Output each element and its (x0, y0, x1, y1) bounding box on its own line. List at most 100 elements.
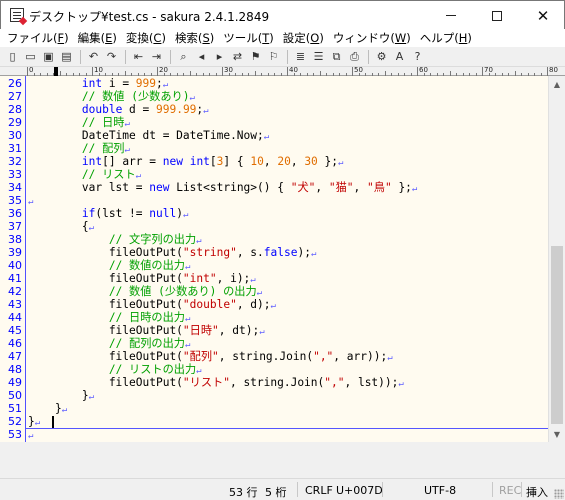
menu-label-end: ) (406, 31, 411, 45)
code-token: } (28, 402, 62, 415)
line-number: 28 (8, 103, 22, 116)
code-line[interactable]: 36 if(lst != null)↵ (0, 207, 548, 220)
menu-item[interactable]: ファイル(F) (4, 30, 75, 46)
vertical-scrollbar[interactable]: ▲ ▼ (548, 76, 565, 442)
title-bar[interactable]: デスクトップ¥test.cs - sakura 2.4.1.2849 ✕ (0, 0, 565, 29)
maximize-button[interactable] (474, 1, 520, 30)
code-line[interactable]: 38 // 文字列の出力↵ (0, 233, 548, 246)
code-token: fileOutPut( (28, 376, 183, 389)
status-insert-mode[interactable]: 挿入 (526, 484, 548, 500)
menu-item[interactable]: 検索(S) (172, 30, 220, 46)
code-line[interactable]: 32 int[] arr = new int[3] { 10, 20, 30 }… (0, 155, 548, 168)
new-file-icon[interactable]: ▯ (4, 49, 21, 65)
mark-clear-icon[interactable]: ⚐ (265, 49, 282, 65)
bookmark-icon[interactable]: ⚑ (247, 49, 264, 65)
string-token: "int" (182, 272, 217, 285)
minimize-button[interactable] (428, 1, 474, 30)
line-number: 45 (8, 324, 22, 337)
code-line[interactable]: 33 // リスト↵ (0, 168, 548, 181)
editor-area[interactable]: 26 int i = 999;↵ 27 // 数値 (少数あり)↵ 28 doubl… (0, 76, 548, 442)
menu-item[interactable]: 編集(E) (75, 30, 123, 46)
scroll-up-icon[interactable]: ▲ (549, 76, 565, 92)
code-line[interactable]: 26 int i = 999;↵ (0, 77, 548, 90)
code-line[interactable]: 43 fileOutPut("double", d);↵ (0, 298, 548, 311)
grep-icon[interactable]: ≣ (292, 49, 309, 65)
help-icon[interactable]: ? (409, 49, 426, 65)
search-icon[interactable]: ⌕ (175, 49, 192, 65)
line-number: 31 (8, 142, 22, 155)
status-encoding[interactable]: UTF-8 (424, 484, 456, 497)
resize-grip-icon[interactable] (554, 489, 564, 499)
code-line[interactable]: 39 fileOutPut("string", s.false);↵ (0, 246, 548, 259)
code-line[interactable]: 29 // 日時↵ (0, 116, 548, 129)
font-icon[interactable]: A (391, 49, 408, 65)
status-line: 53 行 (229, 486, 258, 499)
line-number: 29 (8, 116, 22, 129)
code-line[interactable]: 44 // 日時の出力↵ (0, 311, 548, 324)
code-line[interactable]: 51 }↵ (0, 402, 548, 415)
undo-icon[interactable]: ↶ (85, 49, 102, 65)
status-eol[interactable]: CRLF (305, 484, 333, 497)
eol-mark-icon: ↵ (28, 431, 34, 441)
code-line[interactable]: 35 ↵ (0, 194, 548, 207)
save-all-icon[interactable]: ▤ (58, 49, 75, 65)
search-next-icon[interactable]: ▸ (211, 49, 228, 65)
code-token: } (28, 415, 35, 428)
save-icon[interactable]: ▣ (40, 49, 57, 65)
settings-icon[interactable]: ⚙ (373, 49, 390, 65)
code-line[interactable]: 40 // 数値の出力↵ (0, 259, 548, 272)
menu-label-end: ) (112, 31, 117, 45)
line-number: 47 (8, 350, 22, 363)
code-line[interactable]: 49 fileOutPut("リスト", string.Join(",", ls… (0, 376, 548, 389)
code-line[interactable]: 45 fileOutPut("日時", dt);↵ (0, 324, 548, 337)
menu-item[interactable]: 変換(C) (123, 30, 172, 46)
compare-icon[interactable]: ⧉ (328, 49, 345, 65)
open-folder-icon[interactable]: ▭ (22, 49, 39, 65)
jump-forward-icon[interactable]: ⇥ (148, 49, 165, 65)
print-icon[interactable]: ⎙ (346, 49, 363, 65)
code-line[interactable]: 42 // 数値 (少数あり) の出力↵ (0, 285, 548, 298)
code-line[interactable]: 41 fileOutPut("int", i);↵ (0, 272, 548, 285)
scrollbar-thumb[interactable] (551, 246, 563, 424)
jump-back-icon[interactable]: ⇤ (130, 49, 147, 65)
code-line[interactable]: 37 {↵ (0, 220, 548, 233)
code-line[interactable]: 48 // リストの出力↵ (0, 363, 548, 376)
code-line[interactable]: 46 // 配列の出力↵ (0, 337, 548, 350)
ruler-tick (157, 67, 158, 76)
code-line[interactable]: 53 ↵ (0, 428, 548, 441)
code-text: ↵ (28, 428, 33, 442)
eol-mark-icon: ↵ (124, 119, 130, 129)
scroll-down-icon[interactable]: ▼ (549, 426, 565, 442)
ruler-label: 70 (484, 66, 493, 74)
line-number: 53 (8, 428, 22, 441)
menu-item[interactable]: ツール(T) (220, 30, 280, 46)
code-line[interactable]: 50 }↵ (0, 389, 548, 402)
app-icon[interactable] (10, 8, 24, 22)
menu-item[interactable]: 設定(O) (280, 30, 330, 46)
search-prev-icon[interactable]: ◂ (193, 49, 210, 65)
close-button[interactable]: ✕ (520, 1, 565, 30)
redo-icon[interactable]: ↷ (103, 49, 120, 65)
line-number: 32 (8, 155, 22, 168)
code-token: ) (176, 207, 183, 220)
ruler-label: 60 (419, 66, 428, 74)
outline-icon[interactable]: ☰ (310, 49, 327, 65)
ruler-tick (92, 67, 93, 76)
code-line[interactable]: 31 // 配列↵ (0, 142, 548, 155)
string-token: "リスト" (182, 376, 230, 389)
code-token: var lst = (28, 181, 150, 194)
code-line[interactable]: 52}↵ (0, 415, 548, 428)
code-line[interactable]: 34 var lst = new List<string>() { "犬", "… (0, 181, 548, 194)
status-divider (521, 482, 522, 497)
menu-item[interactable]: ウィンドウ(W) (330, 30, 417, 46)
eol-mark-icon: ↵ (182, 210, 189, 220)
code-line[interactable]: 27 // 数値 (少数あり)↵ (0, 90, 548, 103)
code-line[interactable]: 28 double d = 999.99;↵ (0, 103, 548, 116)
replace-icon[interactable]: ⇄ (229, 49, 246, 65)
menu-item[interactable]: ヘルプ(H) (417, 30, 478, 46)
code-line[interactable]: 30 DateTime dt = DateTime.Now;↵ (0, 129, 548, 142)
eol-mark-icon: ↵ (196, 236, 202, 246)
code-line[interactable]: 47 fileOutPut("配列", string.Join(",", arr… (0, 350, 548, 363)
